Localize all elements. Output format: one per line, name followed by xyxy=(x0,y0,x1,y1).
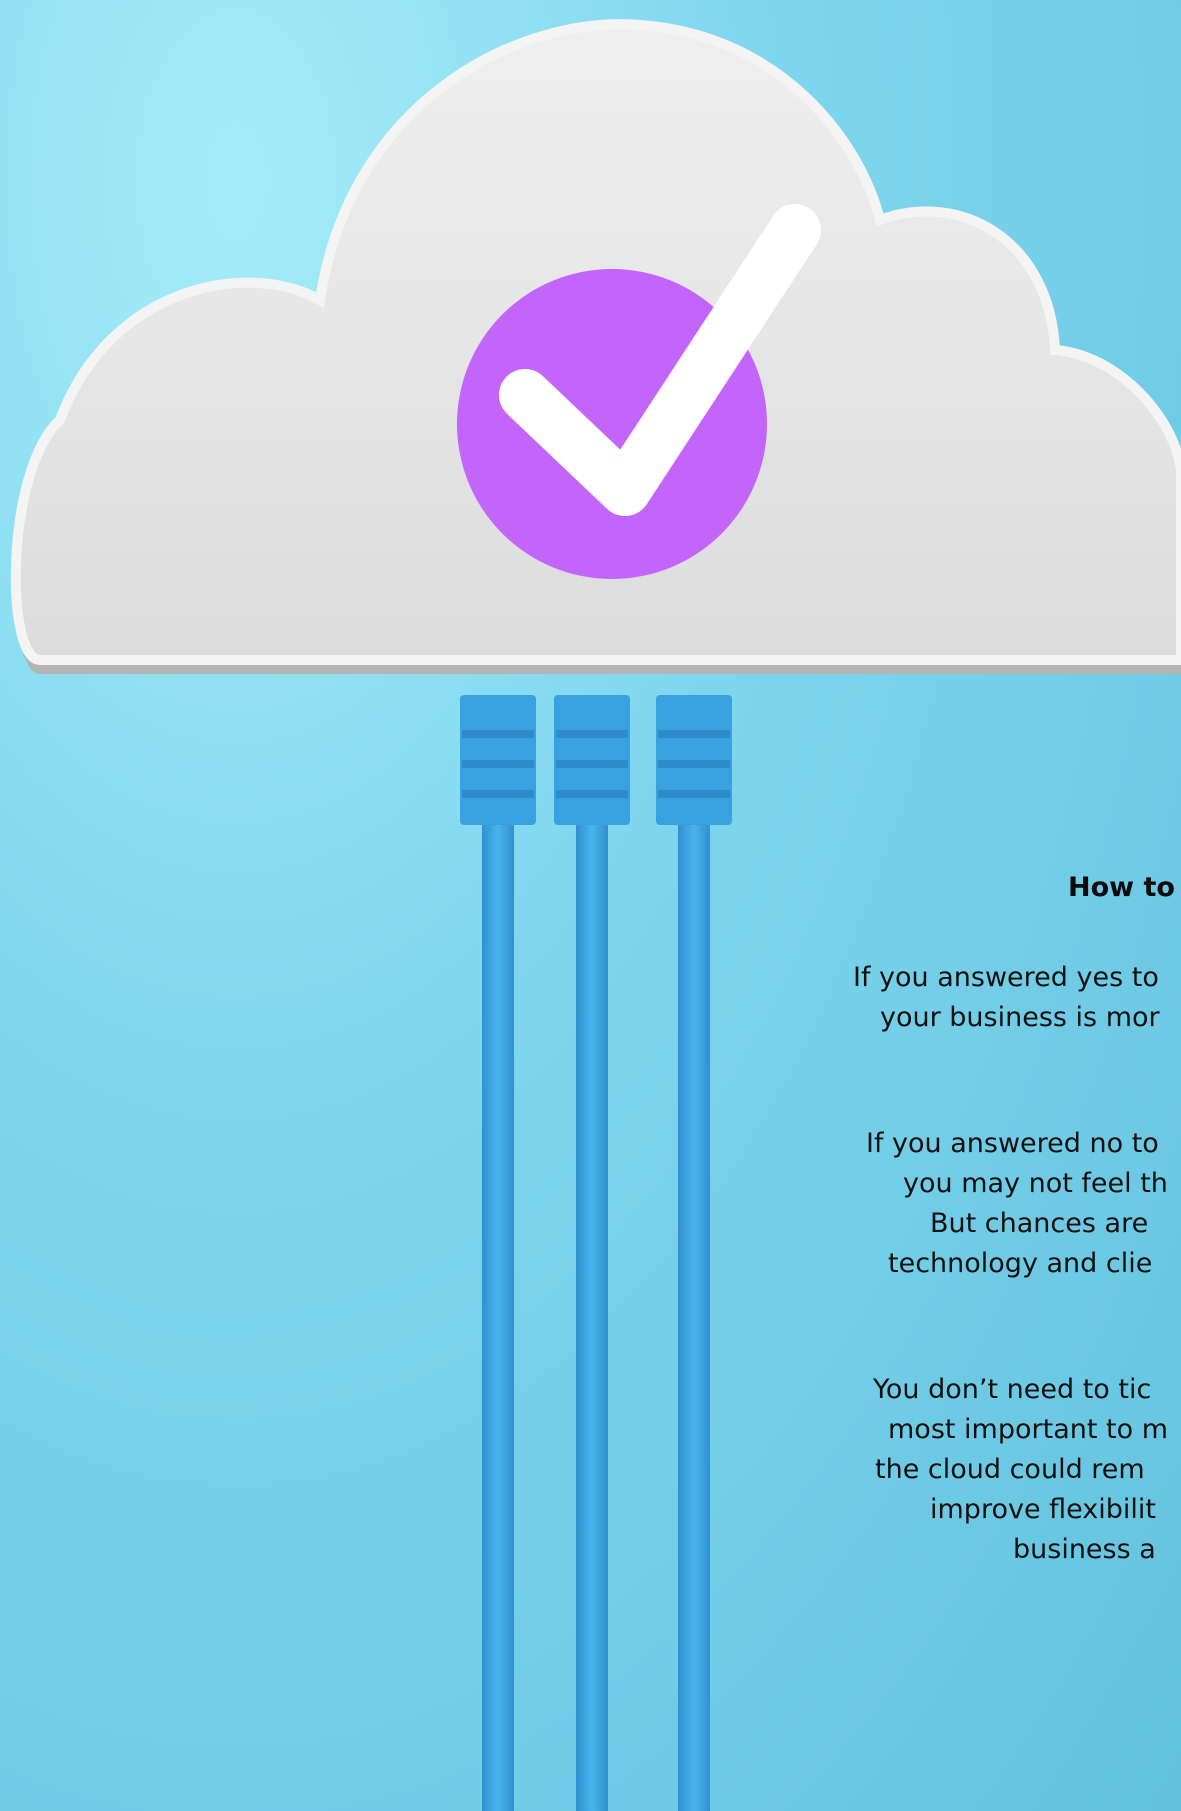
cloud-illustration xyxy=(10,19,1181,1811)
paragraph-2-line-3: But chances are xyxy=(930,1208,1149,1239)
paragraph-3-line-1: You don’t need to tic xyxy=(873,1374,1152,1405)
paragraph-3-line-2: most important to m xyxy=(888,1414,1169,1445)
ethernet-cable-icon xyxy=(460,695,732,1811)
paragraph-1-line-2: your business is mor xyxy=(880,1002,1160,1033)
paragraph-2-line-1: If you answered no to xyxy=(866,1128,1159,1159)
paragraph-3-line-5: business a xyxy=(1013,1534,1156,1565)
paragraph-2-line-4: technology and clie xyxy=(888,1248,1153,1279)
paragraph-3-line-4: improve flexibilit xyxy=(930,1494,1156,1525)
paragraph-1-line-1: If you answered yes to xyxy=(853,962,1159,993)
paragraph-2-line-2: you may not feel th xyxy=(903,1168,1168,1199)
section-heading: How to xyxy=(1068,872,1175,903)
background-illustration xyxy=(0,0,1181,1811)
paragraph-3-line-3: the cloud could rem xyxy=(875,1454,1145,1485)
